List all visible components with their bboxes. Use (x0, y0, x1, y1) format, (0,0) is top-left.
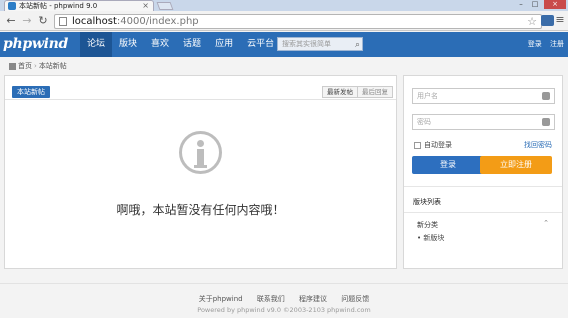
site-header: phpwind 论坛 版块 喜欢 话题 应用 云平台 搜索其实很简单 ⌕ 登录 … (0, 32, 568, 57)
url-path: :4000/index.php (116, 16, 199, 27)
extension-icon[interactable] (541, 15, 554, 26)
browser-tabstrip: 本站新帖 - phpwind 9.0 × – □ × (0, 0, 568, 11)
nav-boards[interactable]: 版块 (112, 32, 144, 57)
footer-contact-link[interactable]: 联系我们 (257, 295, 285, 303)
sidebar: 用户名 密码 自动登录 找回密码 登录 立即注册 版块列表 新分类 ⌃ • 新版… (403, 75, 563, 269)
main-panel: 本站新帖 最新发帖 最后回复 啊哦，本站暂没有任何内容哦！ (4, 75, 397, 269)
breadcrumb: 首页 › 本站新帖 (9, 61, 67, 71)
search-placeholder: 搜索其实很简单 (282, 40, 331, 48)
main-panel-header: 本站新帖 最新发帖 最后回复 (5, 76, 396, 100)
back-icon[interactable]: ← (4, 14, 18, 28)
copyright: Powered by phpwind v9.0 ©2003-2103 phpwi… (197, 306, 371, 314)
header-login-link[interactable]: 登录 (528, 40, 542, 48)
page-icon (59, 17, 67, 26)
minimize-icon[interactable]: – (514, 0, 528, 9)
remember-me[interactable]: 自动登录 (414, 140, 452, 150)
login-button[interactable]: 登录 (412, 156, 484, 174)
info-icon (179, 131, 222, 174)
empty-message: 啊哦，本站暂没有任何内容哦！ (116, 203, 285, 217)
forum-list-title: 版块列表 (413, 198, 441, 206)
nav-apps[interactable]: 应用 (208, 32, 240, 57)
bookmark-star-icon[interactable]: ☆ (527, 15, 537, 28)
remember-checkbox[interactable] (414, 141, 421, 149)
register-button[interactable]: 立即注册 (480, 156, 552, 174)
browser-tab[interactable]: 本站新帖 - phpwind 9.0 × (4, 0, 154, 11)
nav-topics[interactable]: 话题 (176, 32, 208, 57)
site-favicon-icon (8, 2, 16, 10)
new-posts-badge: 本站新帖 (12, 86, 50, 98)
reload-icon[interactable]: ↻ (36, 14, 50, 28)
footer-suggest-link[interactable]: 程序建议 (299, 295, 327, 303)
sort-buttons: 最新发帖 最后回复 (322, 86, 393, 98)
maximize-icon[interactable]: □ (528, 0, 542, 9)
header-register-link[interactable]: 注册 (550, 40, 564, 48)
address-bar[interactable]: localhost :4000/index.php ☆ (54, 14, 542, 29)
url-host: localhost (72, 16, 117, 27)
main-nav: 论坛 版块 喜欢 话题 应用 云平台 (80, 32, 281, 57)
sub-forum-label: 新版块 (423, 234, 445, 242)
tab-close-icon[interactable]: × (142, 1, 149, 10)
sort-latest-posts-button[interactable]: 最新发帖 (322, 86, 358, 98)
user-icon (542, 92, 550, 100)
breadcrumb-home[interactable]: 首页 (18, 61, 32, 71)
header-account-links: 登录 注册 (522, 32, 564, 57)
breadcrumb-separator: › (34, 62, 37, 70)
footer-divider (0, 283, 568, 284)
site-logo[interactable]: phpwind (3, 36, 68, 52)
password-placeholder: 密码 (417, 118, 431, 126)
lock-icon (542, 118, 550, 126)
browser-toolbar: ← → ↻ localhost :4000/index.php ☆ ≡ (0, 11, 568, 31)
search-icon[interactable]: ⌕ (355, 39, 360, 51)
forgot-password-link[interactable]: 找回密码 (524, 140, 552, 150)
category-new[interactable]: 新分类 (417, 220, 438, 230)
sidebar-divider (404, 186, 562, 187)
home-icon (9, 62, 16, 70)
footer-links: 关于phpwind 联系我们 程序建议 问题反馈 (0, 294, 568, 304)
username-placeholder: 用户名 (417, 92, 438, 100)
forward-icon[interactable]: → (20, 14, 34, 28)
username-field[interactable]: 用户名 (412, 88, 555, 104)
breadcrumb-current[interactable]: 本站新帖 (39, 61, 67, 71)
footer-feedback-link[interactable]: 问题反馈 (341, 295, 369, 303)
browser-menu-icon[interactable]: ≡ (554, 14, 566, 26)
close-icon[interactable]: × (544, 0, 566, 9)
remember-label: 自动登录 (424, 141, 452, 149)
nav-forum[interactable]: 论坛 (80, 32, 113, 57)
nav-likes[interactable]: 喜欢 (144, 32, 176, 57)
footer-about-link[interactable]: 关于phpwind (199, 295, 243, 303)
new-tab-button[interactable] (156, 2, 174, 10)
sidebar-divider (404, 212, 562, 213)
chevron-up-icon[interactable]: ⌃ (543, 219, 549, 227)
sort-last-reply-button[interactable]: 最后回复 (358, 86, 393, 98)
sub-forum-item[interactable]: • 新版块 (417, 233, 444, 243)
nav-cloud[interactable]: 云平台 (240, 32, 281, 57)
tab-title: 本站新帖 - phpwind 9.0 (19, 2, 98, 10)
password-field[interactable]: 密码 (412, 114, 555, 130)
site-search-input[interactable]: 搜索其实很简单 ⌕ (277, 37, 363, 51)
